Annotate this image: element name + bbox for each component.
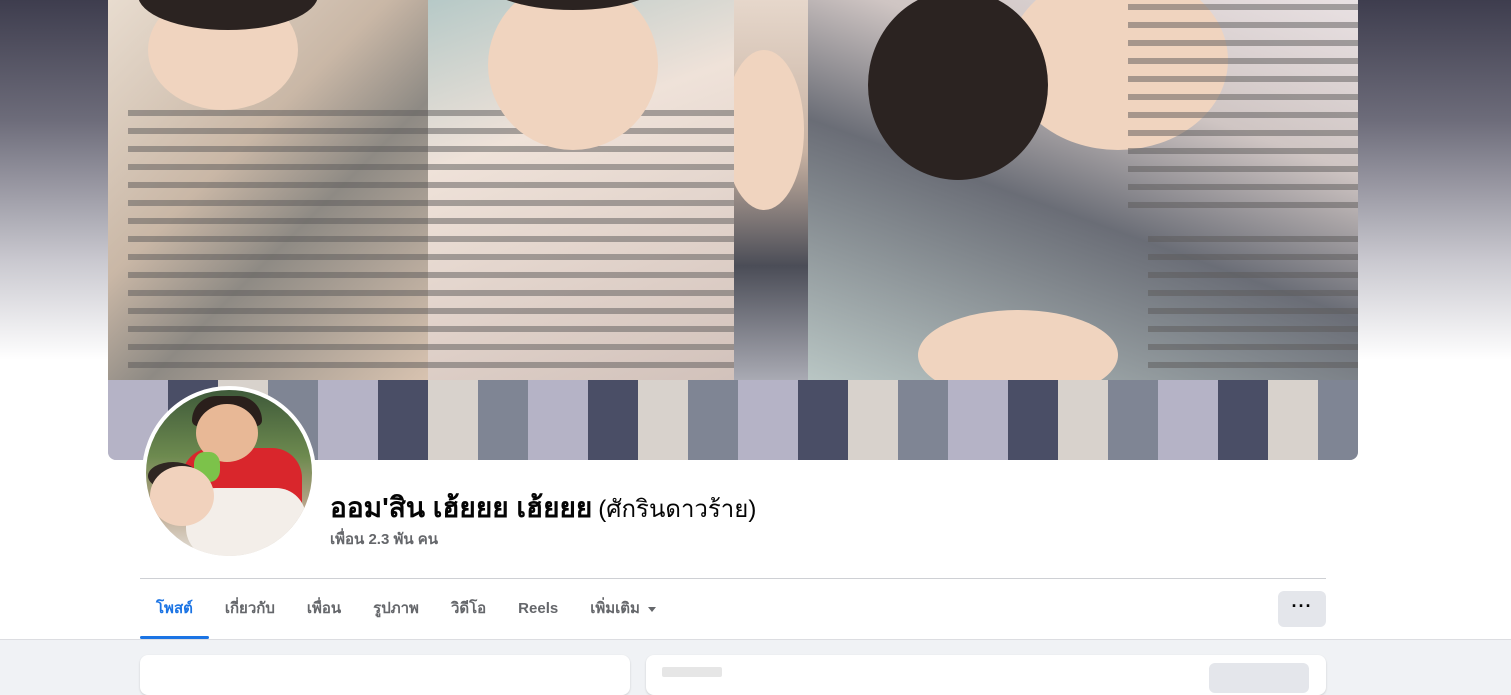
cover-photo-panel	[428, 0, 734, 380]
profile-name: ออม'สิน เฮ้ยยย เฮ้ยยย	[330, 492, 593, 523]
tab-more[interactable]: เพิ่มเติม	[574, 579, 672, 639]
profile-alternate-name: (ศักรินดาวร้าย)	[598, 496, 757, 523]
more-horizontal-icon: ···	[1291, 596, 1313, 616]
cover-photo-panel	[808, 0, 1358, 380]
profile-avatar[interactable]	[142, 386, 316, 560]
cover-photo-panel	[734, 0, 808, 380]
profile-name-row: ออม'สิน เฮ้ยยย เฮ้ยยย (ศักรินดาวร้าย)	[330, 486, 756, 530]
profile-tabs: โพสต์ เกี่ยวกับ เพื่อน รูปภาพ วิดีโอ Ree…	[140, 579, 672, 639]
cover-photo[interactable]	[108, 0, 1358, 460]
profile-header: ออม'สิน เฮ้ยยย เฮ้ยยย (ศักรินดาวร้าย) เพื…	[0, 0, 1511, 640]
tab-label: เพิ่มเติม	[590, 600, 640, 617]
tab-label: เกี่ยวกับ	[224, 600, 275, 617]
filters-button[interactable]	[1209, 663, 1309, 693]
posts-card	[646, 655, 1326, 695]
tab-posts[interactable]: โพสต์	[140, 579, 209, 639]
tab-label: โพสต์	[156, 600, 193, 617]
friends-count[interactable]: เพื่อน 2.3 พัน คน	[330, 527, 438, 551]
cover-photo-panel	[108, 0, 428, 380]
tab-label: วิดีโอ	[450, 600, 487, 617]
tab-label: Reels	[518, 600, 559, 617]
tab-photos[interactable]: รูปภาพ	[357, 579, 435, 639]
card-title	[662, 667, 722, 677]
more-options-button[interactable]: ···	[1278, 591, 1326, 627]
caret-down-icon	[647, 606, 656, 612]
tab-friends[interactable]: เพื่อน	[291, 579, 357, 639]
tab-label: เพื่อน	[306, 600, 342, 617]
intro-card	[140, 655, 630, 695]
tab-videos[interactable]: วิดีโอ	[435, 579, 502, 639]
tab-reels[interactable]: Reels	[502, 579, 574, 639]
tab-about[interactable]: เกี่ยวกับ	[209, 579, 291, 639]
tab-label: รูปภาพ	[373, 600, 419, 617]
